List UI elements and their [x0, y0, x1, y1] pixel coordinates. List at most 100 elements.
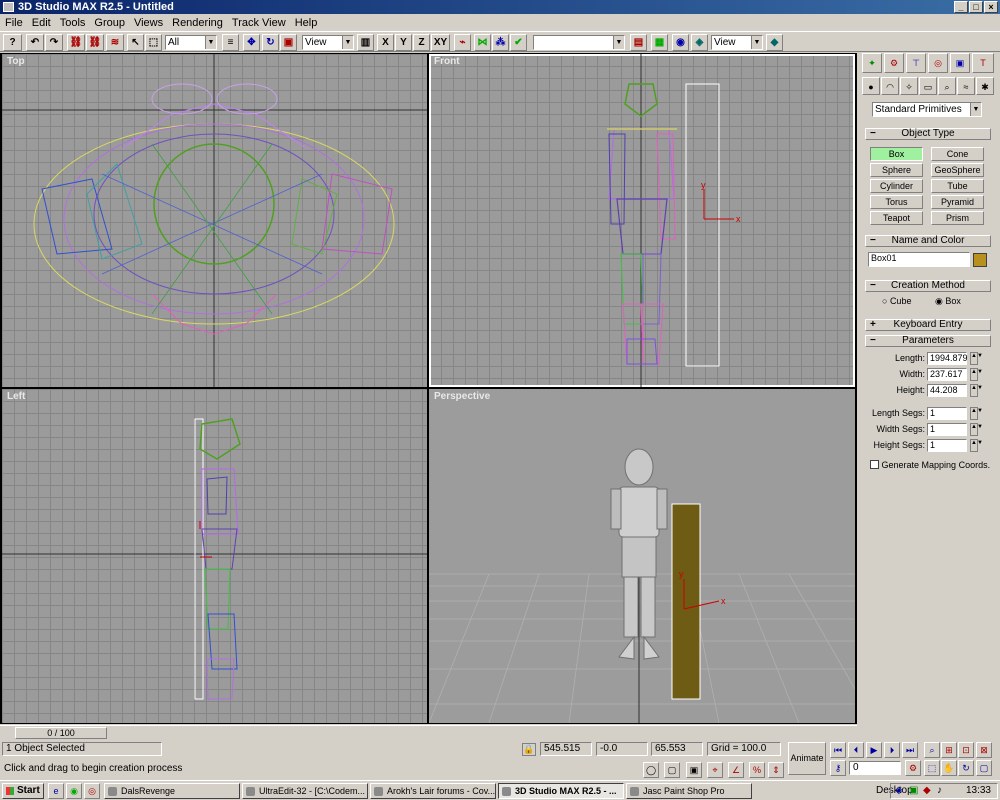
inverse-kinematics-icon[interactable]: ⌁	[454, 34, 471, 51]
close-button[interactable]: ×	[984, 1, 998, 13]
pyramid-button[interactable]: Pyramid	[931, 195, 984, 209]
teapot-button[interactable]: Teapot	[870, 211, 923, 225]
length-field[interactable]: 1994.879	[927, 352, 968, 365]
length-segs-field[interactable]: 1	[927, 407, 967, 420]
rotate-icon[interactable]: ↻	[262, 34, 279, 51]
link-icon[interactable]: ⛓	[67, 34, 85, 51]
arc-rotate-icon[interactable]: ↻	[958, 760, 974, 776]
helpers-icon[interactable]: ⌕	[938, 77, 956, 95]
width-field[interactable]: 237.617	[927, 368, 967, 381]
selection-filter-dropdown[interactable]: All ▼	[165, 35, 217, 50]
object-color-swatch[interactable]	[973, 253, 987, 267]
height-segs-spinner[interactable]: ▲▼	[970, 439, 983, 452]
quicklaunch-browser-icon[interactable]: ◉	[66, 783, 82, 799]
generate-mapping-checkbox[interactable]: Generate Mapping Coords.	[870, 460, 990, 470]
viewport-front[interactable]: y x Front	[429, 54, 855, 387]
systems-icon[interactable]: ✱	[976, 77, 994, 95]
percent-snap-icon[interactable]: %	[749, 762, 765, 778]
lock-selection-icon[interactable]: 🔒	[522, 743, 536, 756]
menu-tools[interactable]: Tools	[57, 17, 92, 29]
object-name-field[interactable]: Box01	[868, 252, 970, 267]
select-by-name-icon[interactable]: ≡	[222, 34, 239, 51]
width-segs-spinner[interactable]: ▲▼	[970, 423, 983, 436]
app-icon[interactable]	[3, 2, 14, 12]
space-warps-icon[interactable]: ≈	[957, 77, 975, 95]
viewport-label-left[interactable]: Left	[7, 391, 25, 402]
viewport-left[interactable]: Left	[2, 389, 427, 723]
sphere-button[interactable]: Sphere	[870, 163, 923, 177]
create-tab-icon[interactable]: ✦	[862, 53, 882, 73]
next-frame-icon[interactable]: ⏵	[884, 742, 900, 758]
length-segs-spinner[interactable]: ▲▼	[970, 407, 983, 420]
parameters-rollout[interactable]: − Parameters	[865, 335, 991, 347]
track-view-icon[interactable]: ▤	[630, 34, 647, 51]
zoom-icon[interactable]: ⌕	[924, 742, 940, 758]
hierarchy-tab-icon[interactable]: ⊤	[906, 53, 926, 73]
width-spinner[interactable]: ▲▼	[970, 368, 983, 381]
tray-volume-icon[interactable]: ♪	[937, 784, 942, 798]
previous-frame-icon[interactable]: ⏴	[848, 742, 864, 758]
select-object-icon[interactable]: ↖	[127, 34, 144, 51]
zoom-all-icon[interactable]: ⊞	[941, 742, 957, 758]
snap-toggle-icon[interactable]: ▣	[686, 762, 702, 778]
quick-render-icon[interactable]: ◆	[766, 34, 783, 51]
named-selection-dropdown[interactable]: ▼	[533, 35, 625, 50]
menu-views[interactable]: Views	[131, 17, 169, 29]
tray-network-icon[interactable]: ◈	[895, 784, 903, 798]
keyboard-entry-rollout[interactable]: + Keyboard Entry	[865, 319, 991, 331]
redo-icon[interactable]: ↷	[45, 34, 63, 51]
minimize-button[interactable]: _	[954, 1, 968, 13]
unlink-icon[interactable]: ⛓	[86, 34, 104, 51]
zoom-extents-all-icon[interactable]: ⊠	[976, 742, 992, 758]
menu-file[interactable]: File	[2, 17, 29, 29]
current-frame-field[interactable]: 0	[849, 761, 901, 775]
box-button[interactable]: Box	[870, 147, 923, 161]
render-scene-icon[interactable]: ◈	[691, 34, 708, 51]
array-icon[interactable]: ⁂	[492, 34, 509, 51]
region-zoom-icon[interactable]: ⬚	[924, 760, 940, 776]
mirror-icon[interactable]: ⋈	[474, 34, 491, 51]
align-icon[interactable]: ✔	[510, 34, 527, 51]
name-color-rollout[interactable]: − Name and Color	[865, 235, 991, 247]
reference-coord-dropdown[interactable]: View ▼	[302, 35, 354, 50]
task-arokh-forums[interactable]: Arokh's Lair forums - Cov...	[370, 783, 496, 799]
task-paintshop[interactable]: Jasc Paint Shop Pro	[626, 783, 752, 799]
degradation-override-icon[interactable]: ◯	[643, 762, 659, 778]
length-spinner[interactable]: ▲▼	[970, 352, 983, 365]
quicklaunch-chrome-icon[interactable]: ◎	[84, 783, 100, 799]
creation-method-rollout[interactable]: − Creation Method	[865, 280, 991, 292]
viewport-label-front[interactable]: Front	[434, 56, 460, 67]
start-button[interactable]: Start	[2, 783, 44, 799]
height-spinner[interactable]: ▲▼	[970, 384, 983, 397]
task-3dsmax[interactable]: 3D Studio MAX R2.5 - ...	[498, 783, 624, 799]
move-icon[interactable]: ✥	[243, 34, 260, 51]
cone-button[interactable]: Cone	[931, 147, 984, 161]
tube-button[interactable]: Tube	[931, 179, 984, 193]
material-editor-icon[interactable]: ◉	[672, 34, 689, 51]
menu-group[interactable]: Group	[91, 17, 131, 29]
shapes-icon[interactable]: ◠	[881, 77, 899, 95]
torus-button[interactable]: Torus	[870, 195, 923, 209]
menu-track-view[interactable]: Track View	[229, 17, 292, 29]
pivot-center-icon[interactable]: ▥	[357, 34, 374, 51]
width-segs-field[interactable]: 1	[927, 423, 967, 436]
render-type-dropdown[interactable]: View ▼	[711, 35, 763, 50]
object-type-rollout[interactable]: − Object Type	[865, 128, 991, 140]
axis-xy-button[interactable]: XY	[431, 34, 450, 51]
help-pointer-icon[interactable]: ?	[3, 34, 22, 51]
zoom-extents-icon[interactable]: ⊡	[958, 742, 974, 758]
schematic-icon[interactable]: ▦	[651, 34, 668, 51]
menu-rendering[interactable]: Rendering	[169, 17, 229, 29]
go-to-end-icon[interactable]: ⏭	[902, 742, 918, 758]
2d-snap-icon[interactable]: ⌖	[707, 762, 723, 778]
utilities-tab-icon[interactable]: T	[972, 53, 994, 73]
quicklaunch-ie-icon[interactable]: e	[48, 783, 64, 799]
prism-button[interactable]: Prism	[931, 211, 984, 225]
lights-icon[interactable]: ✧	[900, 77, 918, 95]
viewport-top[interactable]: Top	[2, 54, 427, 387]
height-segs-field[interactable]: 1	[927, 439, 967, 452]
cube-radio[interactable]: ○ Cube	[882, 296, 911, 306]
tray-antivirus-icon[interactable]: ◆	[923, 784, 931, 798]
scale-icon[interactable]: ▣	[280, 34, 297, 51]
cylinder-button[interactable]: Cylinder	[870, 179, 923, 193]
